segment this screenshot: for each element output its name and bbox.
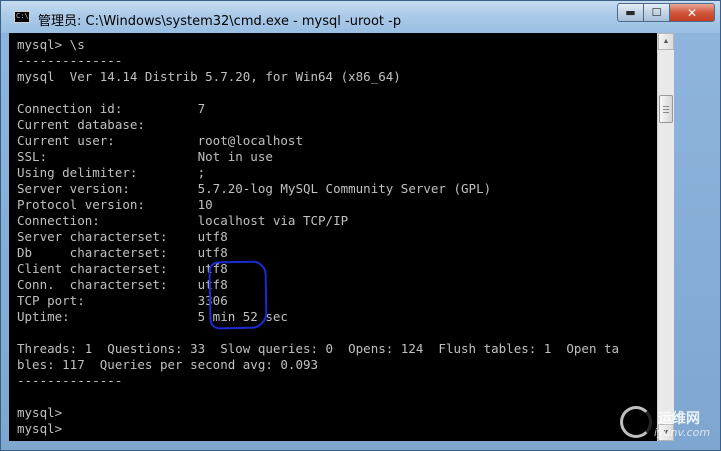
console-line: Conn. characterset: utf8	[17, 277, 228, 292]
watermark-text: 运维网	[658, 411, 700, 427]
maximize-button[interactable]: ☐	[644, 3, 670, 22]
console-line: Connection: localhost via TCP/IP	[17, 213, 349, 228]
watermark-subtext: iyunv.com	[654, 426, 711, 439]
terminal-text: mysql> \s -------------- mysql Ver 14.14 D…	[17, 37, 619, 437]
console-output[interactable]: mysql> \s -------------- mysql Ver 14.14 D…	[9, 33, 657, 441]
charset-highlight-annotation	[208, 260, 268, 330]
title-bar[interactable]: C:\ 管理员: C:\Windows\system32\cmd.exe - m…	[1, 1, 720, 33]
console-line: TCP port: 3306	[17, 293, 228, 308]
console-line: Protocol version: 10	[17, 197, 213, 212]
minimize-icon: ▬	[625, 6, 636, 19]
console-line: bles: 117 Queries per second avg: 0.093	[17, 357, 319, 372]
console-line: Server version: 5.7.20-log MySQL Communi…	[17, 181, 492, 196]
window-controls: ▬ ☐ ✕	[617, 3, 715, 23]
site-watermark: 运维网 iyunv.com	[618, 402, 718, 446]
scrollbar-thumb[interactable]	[659, 95, 673, 123]
console-line: Current user: root@localhost	[17, 133, 303, 148]
console-line: Db characterset: utf8	[17, 245, 228, 260]
cmd-app-icon[interactable]: C:\	[14, 11, 30, 23]
console-line: Server characterset: utf8	[17, 229, 228, 244]
console-line: --------------	[17, 53, 123, 68]
watermark-logo-icon	[620, 406, 652, 438]
console-line: Current database:	[17, 117, 145, 132]
close-icon: ✕	[686, 5, 698, 20]
close-button[interactable]: ✕	[670, 3, 715, 22]
console-line: Connection id: 7	[17, 101, 206, 116]
console-line: Using delimiter: ;	[17, 165, 206, 180]
console-line: SSL: Not in use	[17, 149, 273, 164]
window-title: 管理员: C:\Windows\system32\cmd.exe - mysql…	[38, 14, 402, 29]
grip-line	[663, 109, 669, 110]
console-line: mysql> \s	[17, 37, 85, 52]
vertical-scrollbar[interactable]: ▲ ▼	[657, 33, 674, 441]
console-line: mysql>	[17, 421, 63, 436]
console-line: Client characterset: utf8	[17, 261, 228, 276]
console-line: mysql>	[17, 405, 63, 420]
grip-line	[663, 112, 669, 113]
console-line: mysql Ver 14.14 Distrib 5.7.20, for Win6…	[17, 69, 401, 84]
console-line: --------------	[17, 373, 123, 388]
cmd-window: C:\ 管理员: C:\Windows\system32\cmd.exe - m…	[0, 0, 721, 451]
scroll-up-arrow-icon: ▲	[662, 38, 670, 45]
maximize-icon: ☐	[651, 6, 662, 19]
minimize-button[interactable]: ▬	[617, 3, 644, 22]
console-line: Threads: 1 Questions: 33 Slow queries: 0…	[17, 341, 620, 356]
scroll-up-button[interactable]: ▲	[658, 33, 674, 50]
console-line: Uptime: 5 min 52 sec	[17, 309, 288, 324]
grip-line	[663, 106, 669, 107]
